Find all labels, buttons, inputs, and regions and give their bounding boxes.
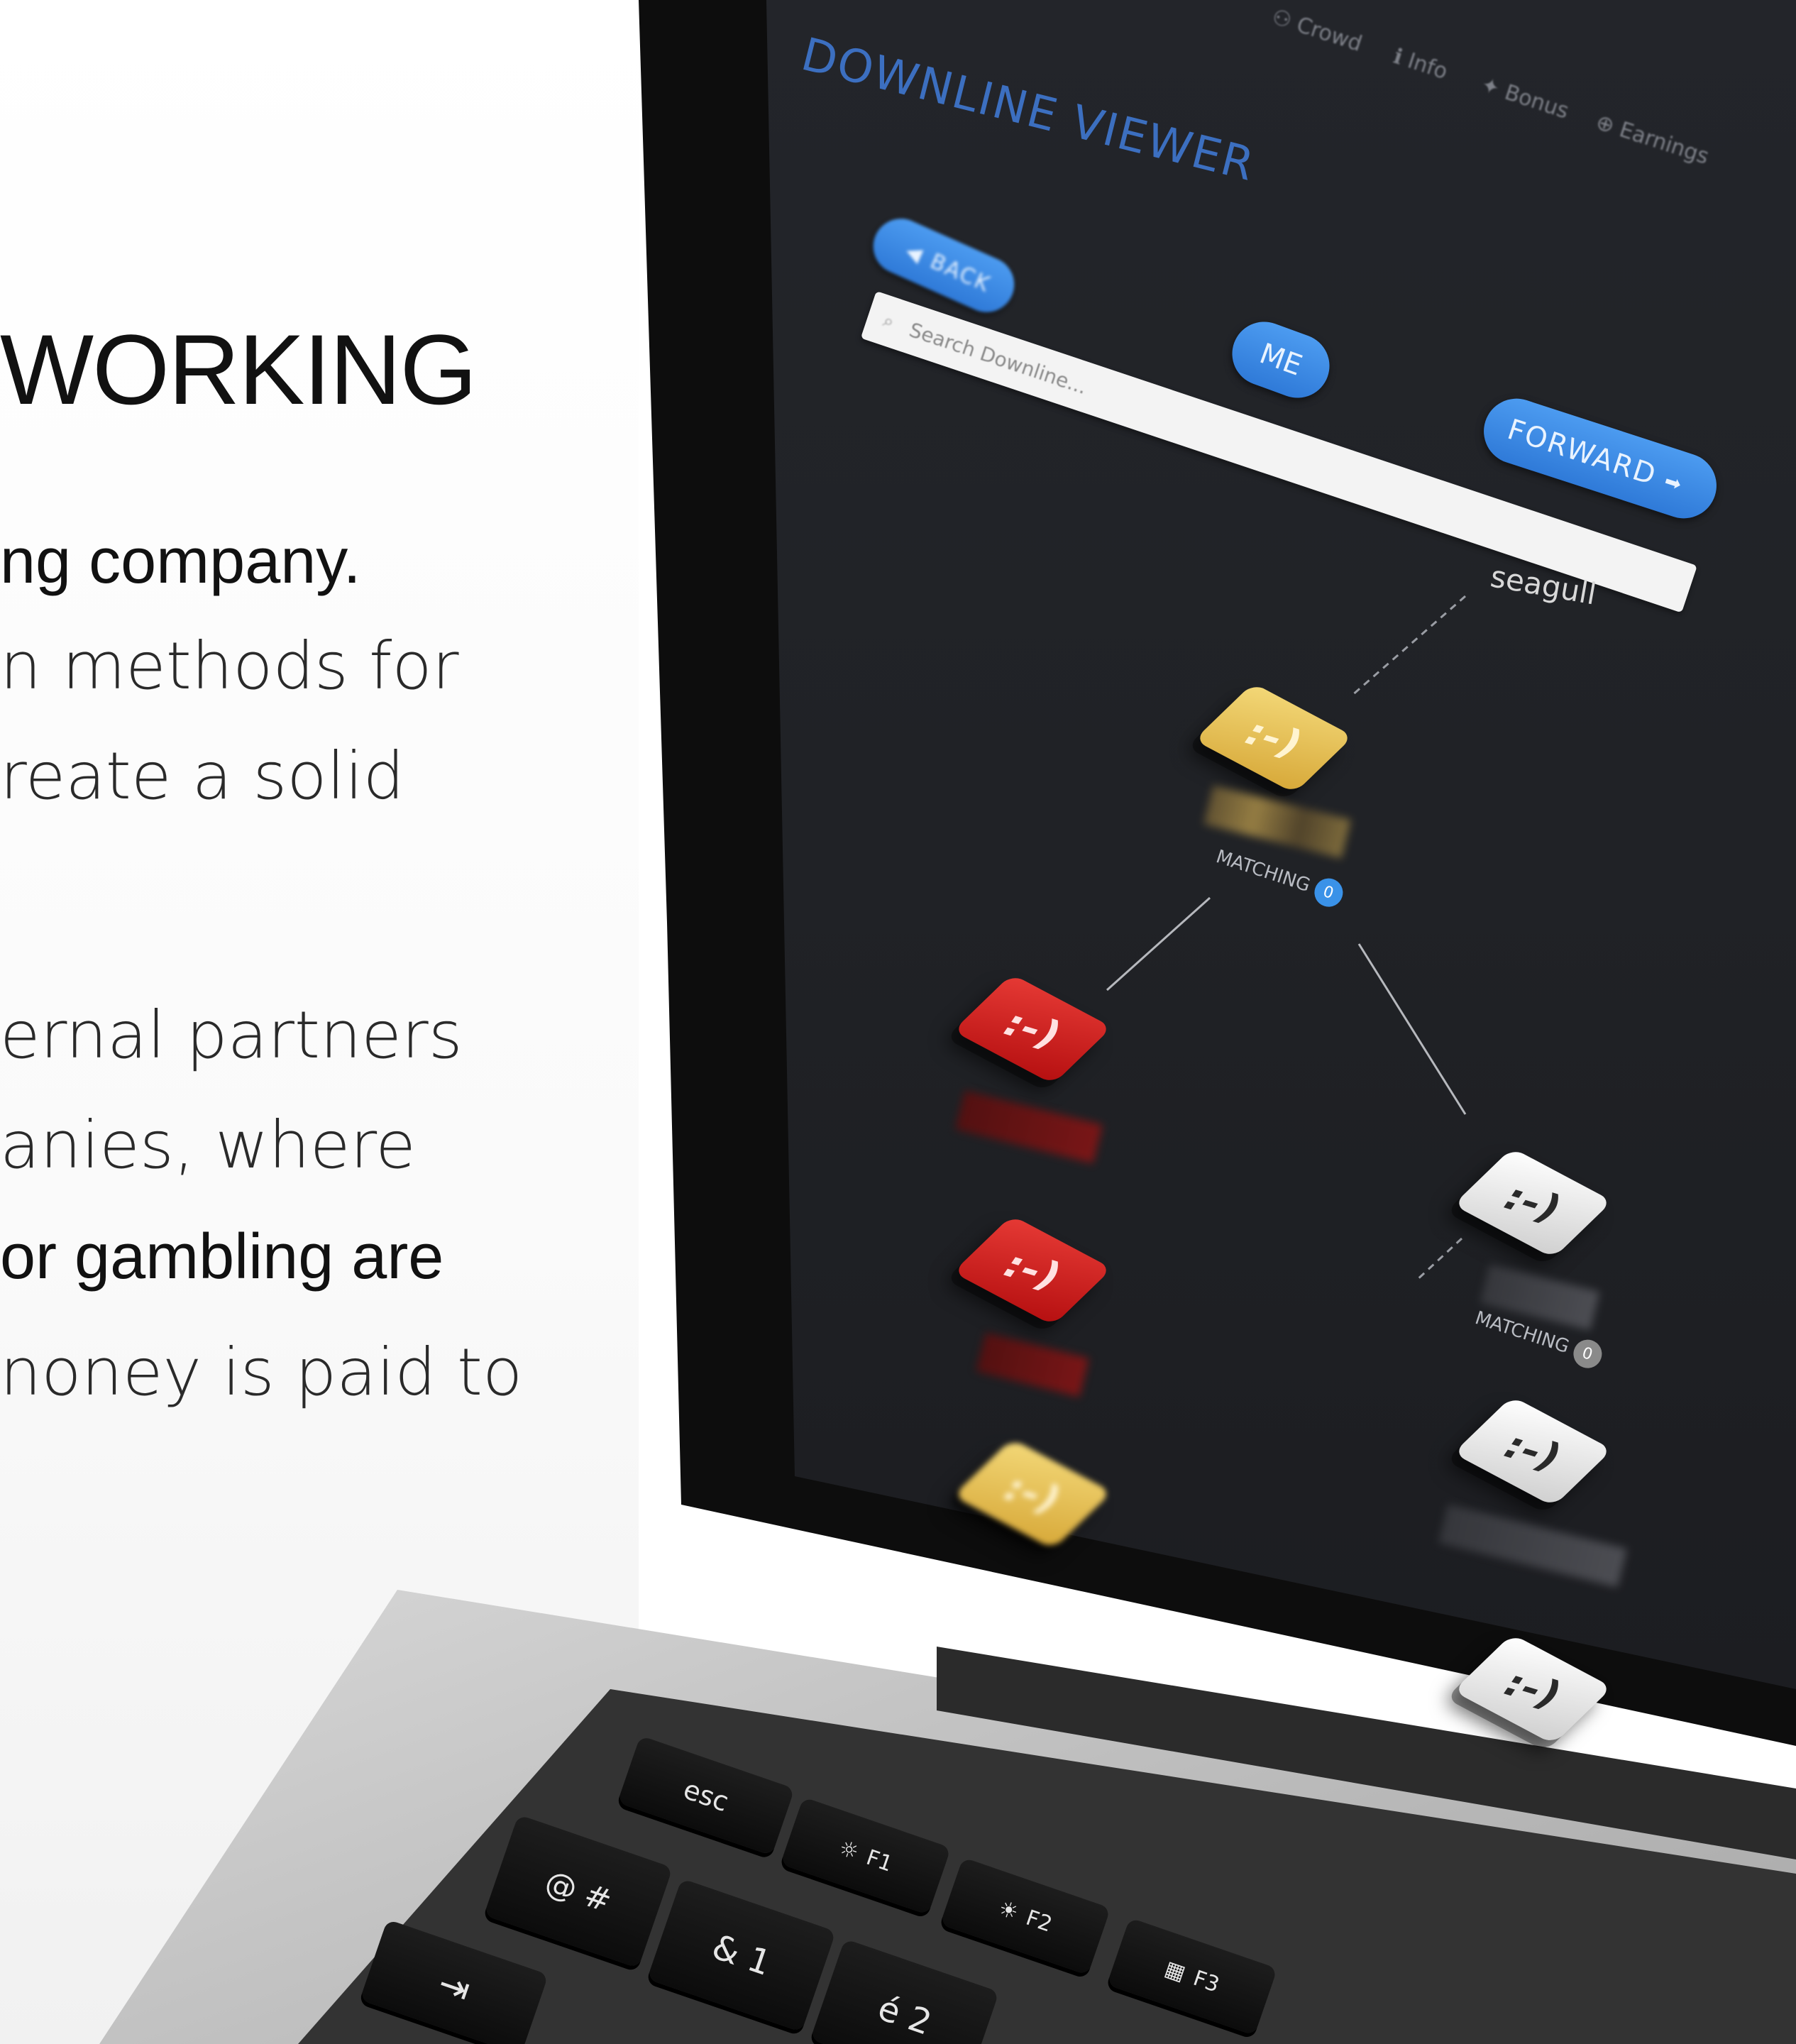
promo-line: ng company. [0,526,361,597]
promo-heading: WORKING [0,314,477,425]
promo-line: ernal partners [0,997,463,1073]
tab-arrow-icon: ⇥ [432,1962,476,2013]
promo-line: n methods for [0,628,459,704]
smiley-icon: :-) [1494,1662,1572,1716]
smiley-icon: :-) [993,1002,1071,1056]
promo-line: or gambling are [0,1221,444,1292]
promo-line: reate a solid [0,738,405,814]
promo-line: anies, where [0,1107,416,1183]
arrow-left-icon: ◀ [902,238,927,267]
smiley-icon: :-) [1494,1176,1572,1230]
smiley-icon: :-) [1235,711,1313,765]
smiley-icon: :-) [1494,1424,1572,1478]
promo-line: noney is paid to [0,1334,523,1410]
smiley-icon: :-) [993,1243,1071,1297]
search-icon: ⌕ [880,309,898,333]
arrow-right-icon: ➡ [1661,468,1686,497]
smiley-icon: :-) [993,1467,1071,1521]
